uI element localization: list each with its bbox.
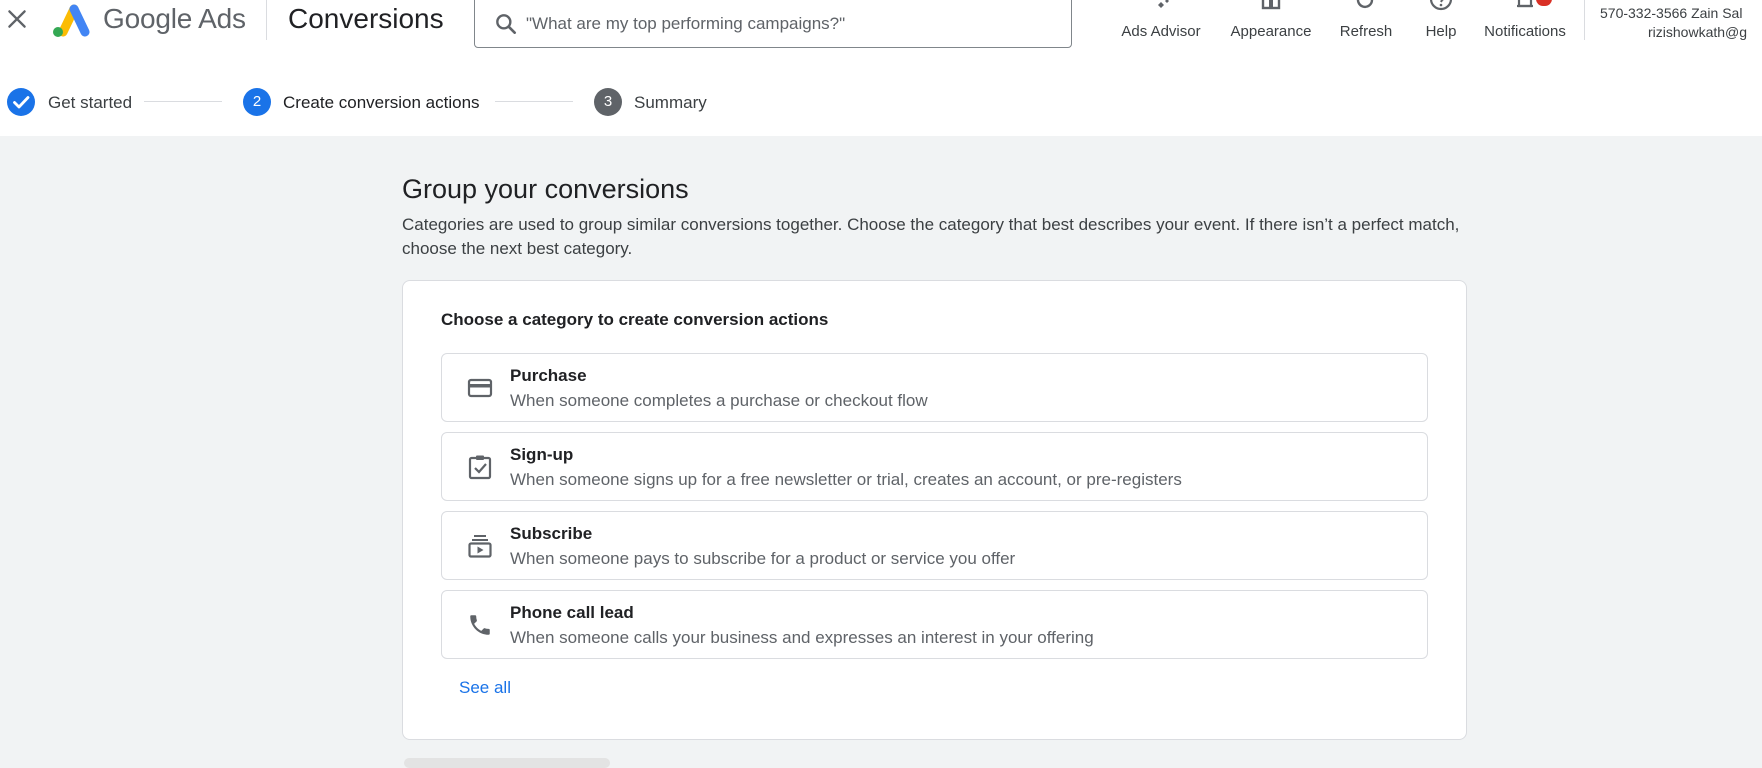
- option-description: When someone signs up for a free newslet…: [510, 470, 1182, 489]
- category-card: Choose a category to create conversion a…: [402, 280, 1467, 740]
- phone-icon: [467, 612, 493, 638]
- help-label: Help: [1425, 23, 1457, 40]
- option-description: When someone calls your business and exp…: [510, 628, 1094, 647]
- option-title: Subscribe: [510, 524, 593, 543]
- category-option-phone-call-lead[interactable]: Phone call lead When someone calls your …: [441, 590, 1428, 659]
- category-option-sign-up[interactable]: Sign-up When someone signs up for a free…: [441, 432, 1428, 501]
- credit-card-icon: [467, 375, 493, 401]
- brand-name: Google Ads: [103, 3, 246, 34]
- notification-badge: [1536, 0, 1552, 6]
- help-button[interactable]: Help: [1420, 0, 1462, 44]
- appearance-icon: [1258, 0, 1284, 12]
- option-description: When someone pays to subscribe for a pro…: [510, 549, 1016, 568]
- option-title: Purchase: [510, 366, 587, 385]
- notifications-label: Notifications: [1484, 23, 1566, 40]
- sparkle-icon: [1148, 0, 1174, 12]
- step-number-badge: 2: [243, 88, 271, 116]
- step-connector: [495, 101, 573, 102]
- header-divider: [266, 0, 267, 40]
- refresh-label: Refresh: [1339, 23, 1393, 40]
- step-label: Get started: [48, 93, 133, 112]
- card-title: Choose a category to create conversion a…: [441, 310, 829, 329]
- ads-advisor-label: Ads Advisor: [1121, 23, 1201, 40]
- step-number-badge: 3: [594, 88, 622, 116]
- section-heading: Group your conversions: [402, 174, 689, 204]
- option-description: When someone completes a purchase or che…: [510, 391, 928, 410]
- google-ads-logo: [50, 2, 92, 38]
- account-menu[interactable]: 570-332-3566 Zain Sal rizishowkath@g: [1600, 4, 1747, 42]
- refresh-icon: [1353, 0, 1379, 12]
- search-box[interactable]: "What are my top performing campaigns?": [474, 0, 1072, 48]
- step-label: Summary: [634, 93, 707, 112]
- help-icon: [1428, 0, 1454, 12]
- continue-button-partial[interactable]: [404, 758, 610, 768]
- bell-icon: [1512, 0, 1538, 12]
- see-all-link[interactable]: See all: [459, 678, 511, 698]
- check-icon: [7, 88, 35, 116]
- clipboard-check-icon: [467, 454, 493, 480]
- step-connector: [144, 101, 222, 102]
- subscriptions-icon: [467, 533, 493, 559]
- option-title: Sign-up: [510, 445, 574, 464]
- step-label: Create conversion actions: [283, 93, 480, 112]
- category-option-subscribe[interactable]: Subscribe When someone pays to subscribe…: [441, 511, 1428, 580]
- notifications-button[interactable]: Notifications: [1478, 0, 1572, 44]
- account-id: 570-332-3566 Zain Sal: [1600, 5, 1743, 21]
- appearance-button[interactable]: Appearance: [1226, 0, 1316, 44]
- close-icon[interactable]: [4, 6, 30, 32]
- refresh-button[interactable]: Refresh: [1332, 0, 1400, 44]
- ads-advisor-button[interactable]: Ads Advisor: [1116, 0, 1206, 44]
- category-option-purchase[interactable]: Purchase When someone completes a purcha…: [441, 353, 1428, 422]
- header-divider-right: [1584, 0, 1585, 40]
- page-title: Conversions: [288, 3, 444, 34]
- account-email: rizishowkath@g: [1648, 24, 1748, 40]
- top-app-bar: Google Ads Conversions "What are my top …: [0, 0, 1762, 64]
- appearance-label: Appearance: [1230, 23, 1312, 40]
- section-description: Categories are used to group similar con…: [402, 215, 1460, 258]
- option-title: Phone call lead: [510, 603, 634, 622]
- search-placeholder: "What are my top performing campaigns?": [526, 14, 846, 33]
- search-icon: [493, 11, 519, 37]
